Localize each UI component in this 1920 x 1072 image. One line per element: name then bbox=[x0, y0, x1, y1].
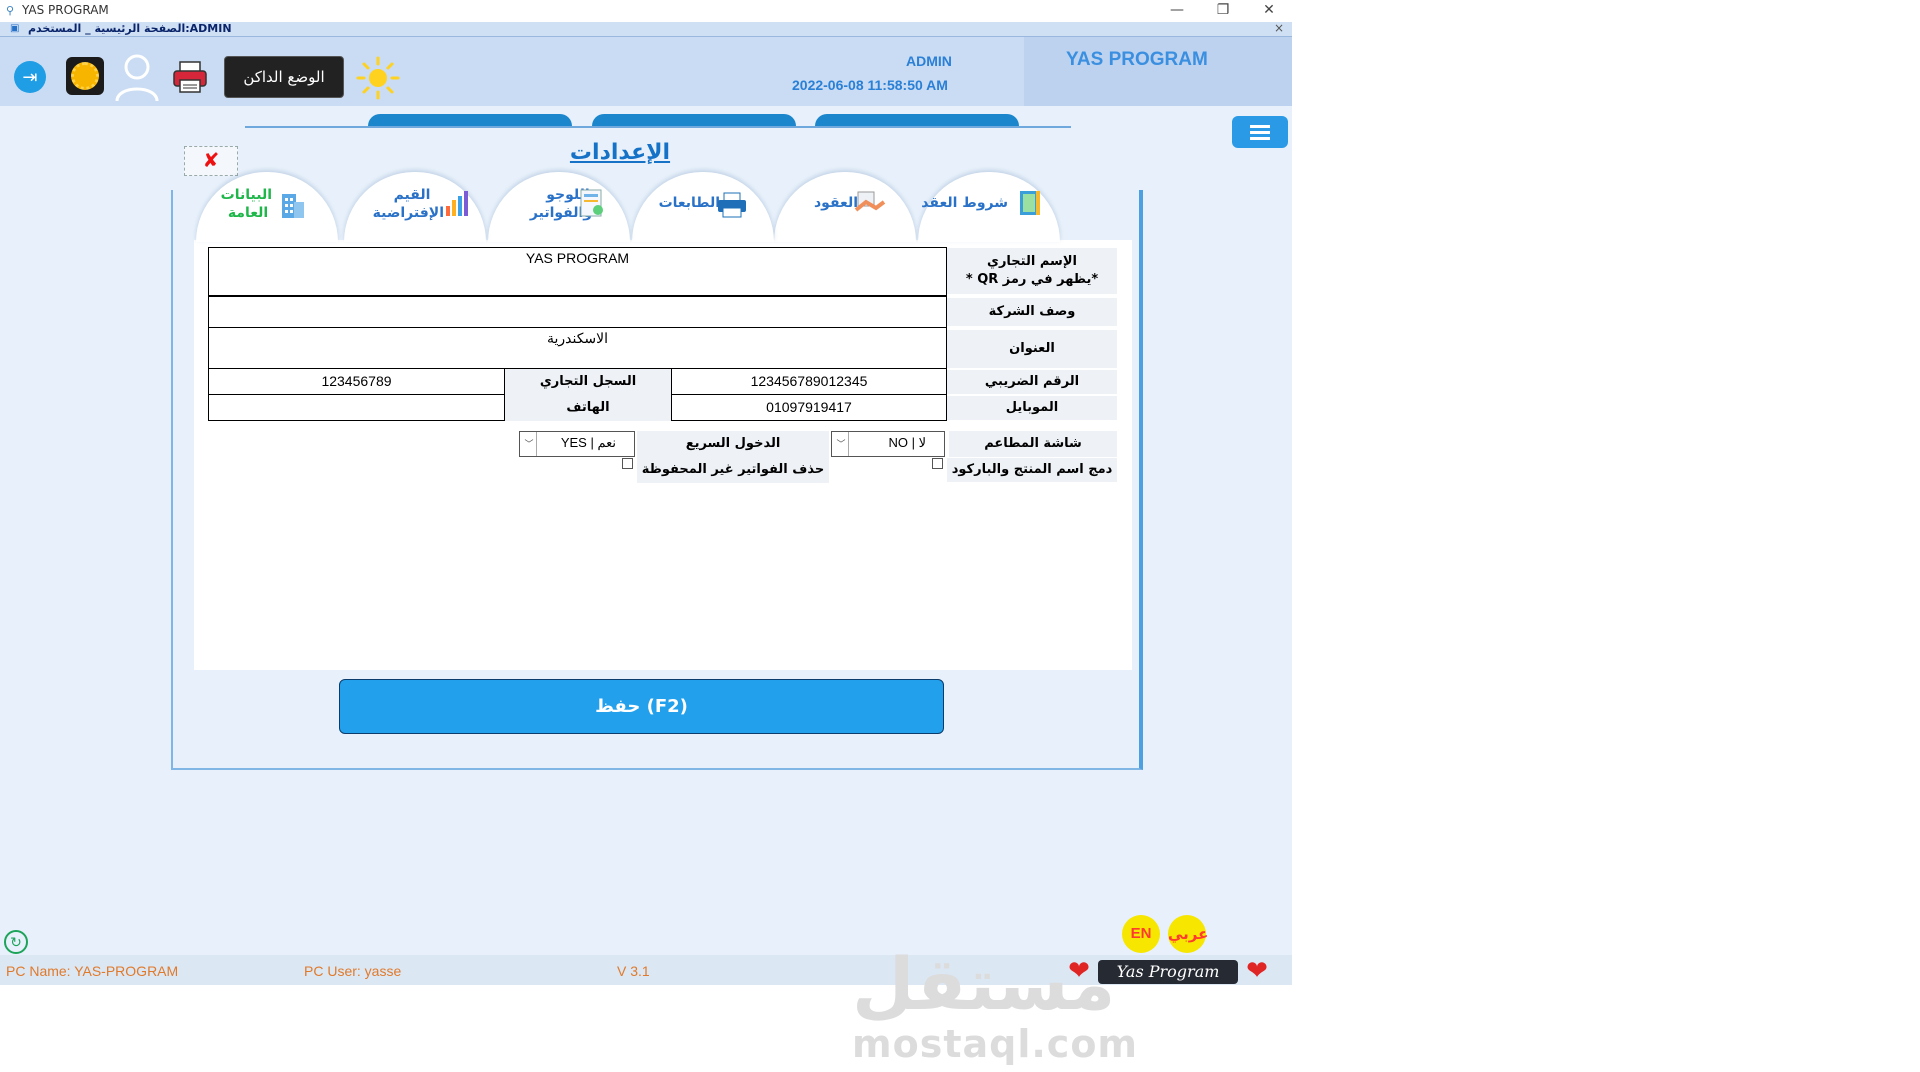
window-close-button[interactable]: ✕ bbox=[1246, 0, 1292, 22]
commercial-register-input[interactable]: 123456789 bbox=[208, 368, 505, 395]
merge-name-barcode-label: دمج اسم المنتج والباركود bbox=[947, 458, 1117, 482]
tax-number-input[interactable]: 123456789012345 bbox=[671, 368, 947, 395]
invoice-icon bbox=[580, 189, 603, 217]
current-datetime: 2022-06-08 11:58:50 AM bbox=[792, 77, 948, 93]
mobile-label: الموبايل bbox=[947, 396, 1117, 420]
refresh-icon[interactable]: ↻ bbox=[4, 930, 28, 954]
company-desc-label: وصف الشركة bbox=[947, 298, 1117, 326]
quick-login-value: نعم | YES bbox=[560, 435, 616, 450]
quick-login-select[interactable]: ﹀ نعم | YES bbox=[519, 431, 635, 457]
watermark-latin: mostaql.com bbox=[852, 1022, 1139, 1066]
kitchen-screen-select[interactable]: ﹀ لا | NO bbox=[831, 431, 945, 457]
mdi-caption-bar: ▣ الصفحة الرئيسية _ المستخدم:ADMIN × bbox=[0, 21, 1292, 37]
brand-badge: Yas Program bbox=[1098, 960, 1238, 984]
kitchen-screen-label: شاشة المطاعم bbox=[949, 431, 1117, 457]
address-input[interactable]: الاسكندرية bbox=[208, 327, 947, 369]
building-icon bbox=[282, 194, 304, 218]
pc-name: PC Name: YAS-PROGRAM bbox=[6, 963, 179, 979]
trade-name-label-text: الإسم التجاري bbox=[987, 254, 1077, 269]
sun-icon[interactable] bbox=[356, 56, 400, 100]
gear-icon[interactable] bbox=[66, 57, 104, 95]
mdi-caption: الصفحة الرئيسية _ المستخدم:ADMIN bbox=[28, 22, 232, 35]
user-icon[interactable] bbox=[113, 51, 161, 102]
restore-button[interactable]: ❐ bbox=[1200, 0, 1246, 22]
delete-unsaved-label: حذف الفواتير غير المحفوظة bbox=[637, 457, 829, 483]
app-icon: ⚲ bbox=[6, 4, 15, 17]
phone-input[interactable] bbox=[208, 394, 505, 421]
chevron-down-icon[interactable]: ﹀ bbox=[834, 432, 849, 456]
language-en-button[interactable]: EN bbox=[1122, 915, 1160, 953]
window-title: YAS PROGRAM bbox=[22, 3, 109, 17]
trade-name-note: *يظهر في رمز QR * bbox=[965, 272, 1099, 287]
phone-label: الهاتف bbox=[505, 395, 671, 421]
bar-chart-icon bbox=[446, 191, 468, 216]
heart-icon: ❤ bbox=[1246, 956, 1268, 986]
mobile-input[interactable]: 01097919417 bbox=[671, 394, 947, 421]
mdi-close-icon[interactable]: × bbox=[1274, 21, 1284, 35]
app-version: V 3.1 bbox=[617, 963, 650, 979]
watermark-arabic: مستقل bbox=[852, 942, 1116, 1026]
merge-name-barcode-checkbox[interactable] bbox=[932, 458, 943, 469]
logout-icon[interactable]: ⇥ bbox=[14, 61, 46, 93]
current-user: ADMIN bbox=[906, 53, 952, 69]
brand-band bbox=[1024, 37, 1292, 106]
form-icon: ▣ bbox=[10, 23, 20, 34]
tab-label: الطابعات bbox=[658, 195, 720, 211]
chevron-down-icon[interactable]: ﹀ bbox=[522, 432, 537, 456]
minimize-button[interactable]: — bbox=[1154, 0, 1200, 22]
printer-icon[interactable] bbox=[172, 60, 208, 93]
company-desc-input[interactable] bbox=[208, 296, 947, 328]
quick-login-label: الدخول السريع bbox=[637, 431, 829, 457]
brand-name: YAS PROGRAM bbox=[1066, 49, 1208, 70]
address-label: العنوان bbox=[947, 330, 1117, 368]
language-ar-button[interactable]: عربي bbox=[1168, 915, 1208, 953]
tab-label: القيم الإفتراضية bbox=[372, 187, 444, 221]
trade-name-label: الإسم التجاري *يظهر في رمز QR * bbox=[947, 248, 1117, 294]
tab-label-active: البيانات العامة bbox=[220, 187, 272, 221]
settings-title: الإعدادات bbox=[569, 140, 671, 165]
settings-close-button[interactable]: ✘ bbox=[184, 146, 238, 176]
trade-name-input[interactable]: YAS PROGRAM bbox=[208, 247, 947, 296]
tab-label: شروط العقد bbox=[921, 195, 1008, 211]
tab-underline bbox=[245, 126, 1071, 128]
handshake-icon bbox=[854, 191, 886, 212]
tax-number-label: الرقم الضريبي bbox=[947, 370, 1117, 394]
kitchen-screen-value: لا | NO bbox=[888, 435, 926, 450]
pc-user: PC User: yasse bbox=[304, 963, 402, 979]
save-button[interactable]: حفظ (F2) bbox=[339, 679, 944, 734]
window-titlebar: ⚲ YAS PROGRAM — ❐ ✕ bbox=[0, 0, 1920, 22]
dark-mode-button[interactable]: الوضع الداكن bbox=[224, 56, 344, 98]
book-icon bbox=[1020, 191, 1040, 215]
commercial-register-label: السجل التجاري bbox=[505, 369, 671, 395]
delete-unsaved-checkbox[interactable] bbox=[622, 458, 633, 469]
printer-icon bbox=[718, 192, 746, 218]
hamburger-menu-icon[interactable] bbox=[1232, 116, 1288, 148]
